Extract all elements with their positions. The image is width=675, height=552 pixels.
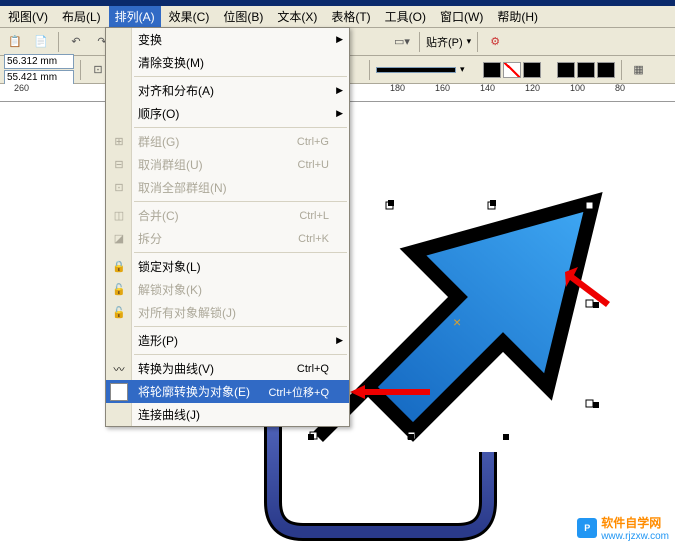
menu-help[interactable]: 帮助(H) [491,6,544,27]
menu-combine: ◫合并(C)Ctrl+L [106,204,349,227]
ungroupall-icon: ⊡ [110,179,128,197]
corner-icon[interactable] [577,62,595,78]
menubar: 视图(V) 布局(L) 排列(A) 效果(C) 位图(B) 文本(X) 表格(T… [0,6,675,28]
outline-width[interactable] [376,67,456,73]
paste-icon[interactable]: 📄 [30,31,52,53]
menu-break-apart: ◪拆分Ctrl+K [106,227,349,250]
menu-separator [134,201,347,202]
menu-arrange[interactable]: 排列(A) [109,6,161,27]
menu-separator [134,354,347,355]
submenu-arrow-icon: ▶ [336,108,343,119]
curve-icon: 〰 [110,360,128,378]
menu-join-curves[interactable]: 连接曲线(J) [106,403,349,426]
menu-layout[interactable]: 布局(L) [56,6,107,27]
menu-lock[interactable]: 🔒锁定对象(L) [106,255,349,278]
ruler-label: 120 [525,83,540,93]
menu-view[interactable]: 视图(V) [2,6,54,27]
menu-align-distribute[interactable]: 对齐和分布(A)▶ [106,79,349,102]
ungroup-icon: ⊟ [110,156,128,174]
ruler-label: 80 [615,83,625,93]
undo-icon[interactable]: ↶ [65,31,87,53]
cap-round-icon[interactable] [503,62,521,78]
ruler-label: 260 [14,83,29,93]
submenu-arrow-icon: ▶ [336,34,343,45]
annotation-arrow-2 [560,267,610,307]
ruler-label: 140 [480,83,495,93]
corner-swatches [557,62,615,78]
combine-icon: ◫ [110,207,128,225]
menu-convert-curves[interactable]: 〰转换为曲线(V)Ctrl+Q [106,357,349,380]
dimensions [4,54,74,85]
ruler-label: 160 [435,83,450,93]
options-icon[interactable]: ⚙ [484,31,506,53]
width-input[interactable] [4,54,74,69]
menu-separator [134,127,347,128]
menu-unlock-all: 🔓对所有对象解锁(J) [106,301,349,324]
unlockall-icon: 🔓 [110,304,128,322]
watermark-url: www.rjzxw.com [601,531,669,542]
menu-group: ⊞群组(G)Ctrl+G [106,130,349,153]
separator [621,60,622,80]
center-marker: × [453,314,461,330]
menu-separator [134,76,347,77]
menu-tools[interactable]: 工具(O) [379,6,432,27]
chevron-down-icon[interactable]: ▾ [467,36,472,47]
break-icon: ◪ [110,230,128,248]
watermark: P 软件自学网 www.rjzxw.com [577,514,669,542]
group-icon: ⊞ [110,133,128,151]
separator [369,60,370,80]
logo-icon: P [577,518,597,538]
watermark-name: 软件自学网 [601,516,661,530]
ruler-label: 180 [390,83,405,93]
menu-outline-to-object[interactable]: ◻将轮廓转换为对象(E)Ctrl+位移+Q [106,380,349,403]
snap-label[interactable]: 贴齐(P) [426,34,463,50]
menu-shaping[interactable]: 造形(P)▶ [106,329,349,352]
chevron-down-icon[interactable]: ▾ [460,64,465,75]
unlock-icon: 🔓 [110,281,128,299]
arrange-menu-dropdown: 变换▶ 清除变换(M) 对齐和分布(A)▶ 顺序(O)▶ ⊞群组(G)Ctrl+… [105,27,350,427]
menu-bitmap[interactable]: 位图(B) [217,6,269,27]
lock-icon: 🔒 [110,258,128,276]
menu-unlock: 🔓解锁对象(K) [106,278,349,301]
annotation-arrow-1 [350,382,430,402]
menu-table[interactable]: 表格(T) [325,6,376,27]
ruler-label: 100 [570,83,585,93]
separator [419,32,420,52]
dropdown-icon[interactable]: ▭▾ [391,31,413,53]
submenu-arrow-icon: ▶ [336,85,343,96]
menu-transform[interactable]: 变换▶ [106,28,349,51]
cap-square-icon[interactable] [483,62,501,78]
outline-icon: ◻ [110,383,128,401]
menu-window[interactable]: 窗口(W) [434,6,489,27]
menu-effects[interactable]: 效果(C) [163,6,216,27]
join-miter-icon[interactable] [523,62,541,78]
separator [477,32,478,52]
separator [58,32,59,52]
menu-text[interactable]: 文本(X) [271,6,323,27]
line-style-swatches [483,62,541,78]
corner-icon[interactable] [557,62,575,78]
menu-order[interactable]: 顺序(O)▶ [106,102,349,125]
wrap-icon[interactable]: ▦ [628,59,650,81]
menu-ungroup-all: ⊡取消全部群组(N) [106,176,349,199]
menu-separator [134,252,347,253]
copy-icon[interactable]: 📋 [4,31,26,53]
menu-ungroup: ⊟取消群组(U)Ctrl+U [106,153,349,176]
menu-clear-transform[interactable]: 清除变换(M) [106,51,349,74]
submenu-arrow-icon: ▶ [336,335,343,346]
menu-separator [134,326,347,327]
separator [80,60,81,80]
corner-icon[interactable] [597,62,615,78]
